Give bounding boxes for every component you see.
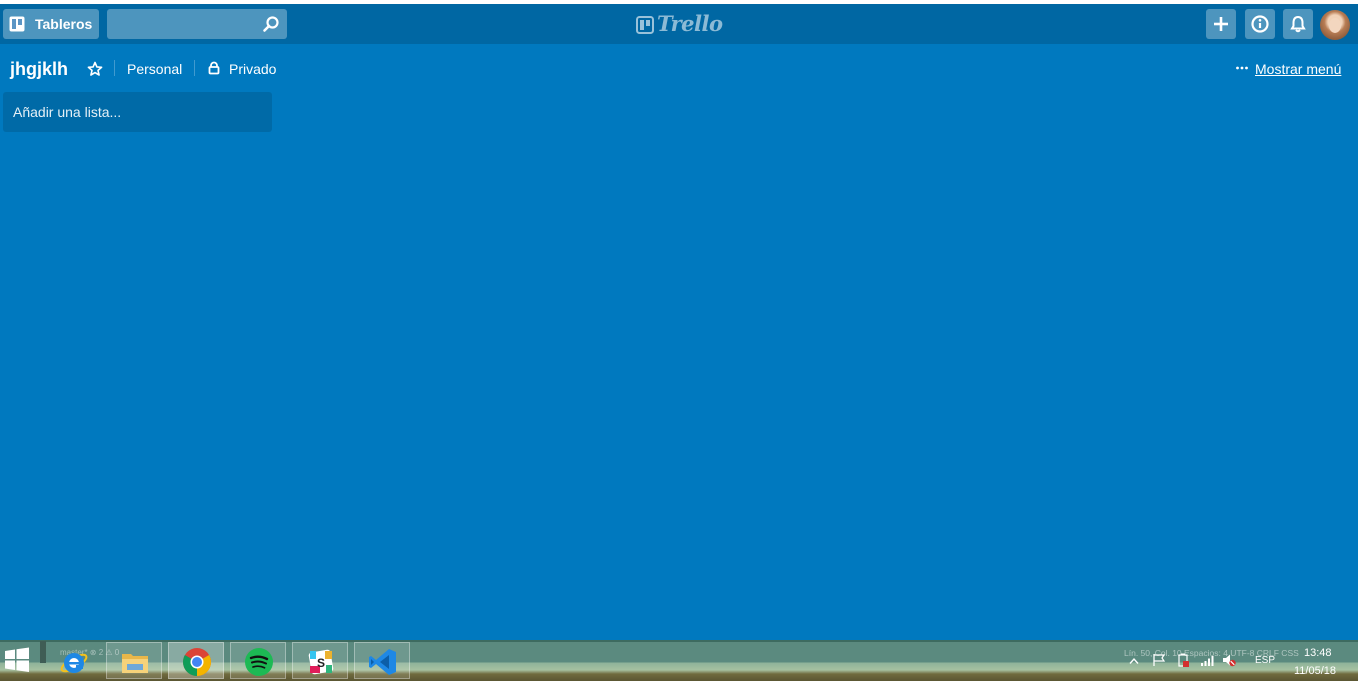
user-avatar[interactable] — [1320, 10, 1350, 40]
vscode-icon — [369, 649, 396, 675]
board-title[interactable]: jhgjklh — [10, 58, 68, 80]
board-icon — [9, 16, 25, 32]
window-right-edge — [1358, 0, 1366, 694]
header-separator — [114, 60, 115, 76]
vscode-taskbar-button[interactable] — [354, 642, 410, 679]
chevron-up-icon[interactable] — [1129, 657, 1139, 665]
browser-viewport: Tableros Trello jhgjklh Personal Privado… — [0, 0, 1358, 694]
windows-start-icon[interactable] — [4, 647, 30, 673]
show-menu-link[interactable]: Mostrar menú — [1255, 61, 1341, 77]
privacy-button[interactable]: Privado — [229, 61, 276, 77]
avatar-face — [1329, 18, 1341, 33]
chrome-icon — [183, 648, 211, 676]
spotify-taskbar-button[interactable] — [230, 642, 286, 679]
info-button[interactable] — [1245, 9, 1275, 39]
network-signal-icon[interactable] — [1200, 653, 1214, 667]
header-bar: Tableros Trello — [0, 4, 1358, 44]
lock-icon — [208, 61, 220, 75]
search-icon[interactable] — [262, 15, 280, 33]
slack-icon: S — [308, 649, 334, 675]
keyboard-language-indicator[interactable]: ESP — [1255, 655, 1275, 667]
flag-icon[interactable] — [1152, 653, 1166, 667]
search-input[interactable] — [107, 9, 287, 39]
file-explorer-taskbar-button[interactable] — [106, 642, 162, 679]
add-list-button[interactable]: Añadir una lista... — [3, 92, 272, 132]
more-icon[interactable] — [1235, 65, 1249, 71]
trello-logo-text: Trello — [657, 11, 723, 36]
team-button[interactable]: Personal — [127, 61, 182, 77]
star-icon[interactable] — [87, 61, 103, 77]
internet-explorer-taskbar-button[interactable] — [45, 642, 101, 679]
plus-icon — [1214, 17, 1228, 31]
boards-button[interactable]: Tableros — [3, 9, 99, 39]
spotify-icon — [245, 648, 273, 676]
notifications-button[interactable] — [1283, 9, 1313, 39]
svg-text:S: S — [317, 656, 325, 670]
volume-muted-icon[interactable] — [1222, 653, 1236, 667]
boards-label: Tableros — [35, 16, 93, 32]
trello-logo-icon — [636, 16, 654, 34]
bell-icon — [1290, 15, 1306, 33]
add-button[interactable] — [1206, 9, 1236, 39]
clock-date[interactable]: 11/05/18 — [1294, 665, 1336, 677]
slack-taskbar-button[interactable]: S — [292, 642, 348, 679]
battery-icon[interactable] — [1176, 653, 1190, 667]
header-separator — [194, 60, 195, 76]
folder-icon — [122, 654, 148, 673]
chrome-taskbar-button[interactable] — [168, 642, 224, 679]
info-icon — [1251, 15, 1269, 33]
clock-time[interactable]: 13:48 — [1304, 647, 1332, 659]
window-bottom-edge — [0, 681, 1358, 694]
internet-explorer-icon — [60, 653, 88, 673]
